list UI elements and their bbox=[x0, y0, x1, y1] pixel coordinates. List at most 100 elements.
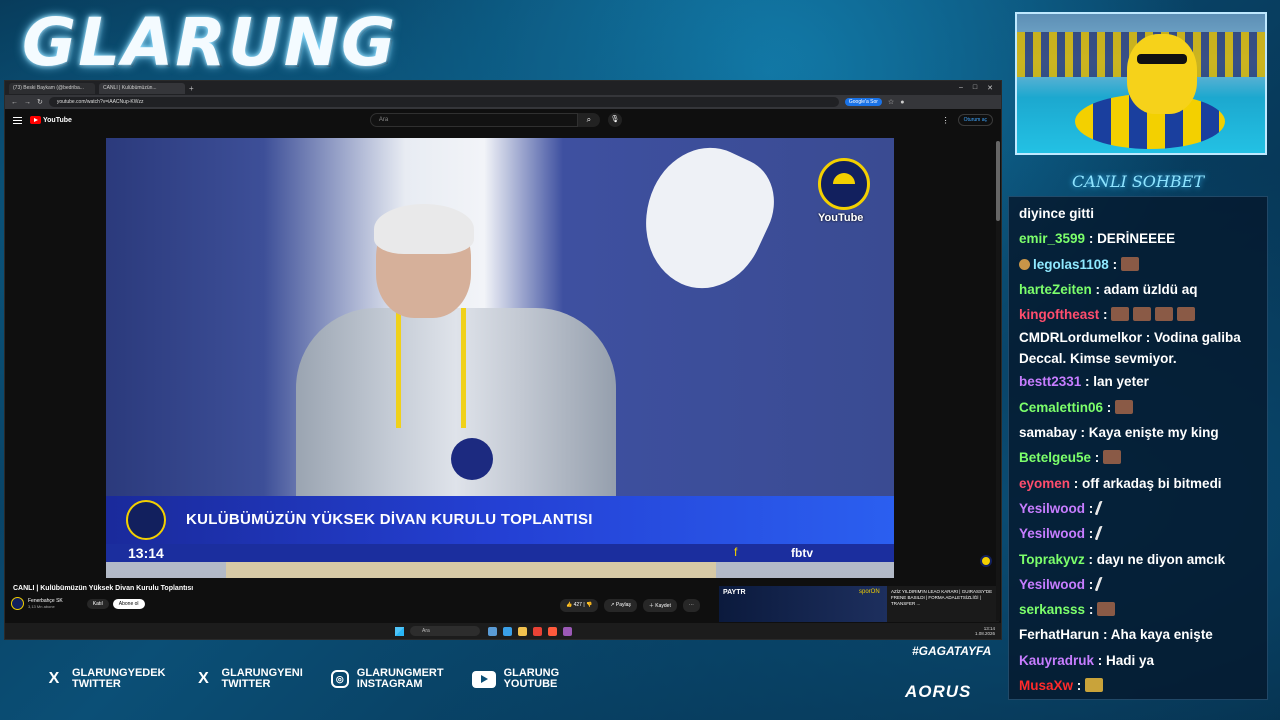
tab-youtube[interactable]: CANLI | Kulübümüzün... bbox=[99, 82, 185, 94]
chat-message: emir_3599 : DERİNEEEE bbox=[1019, 231, 1176, 247]
windows-taskbar: Ara 13:14 1.08.2026 bbox=[5, 623, 1001, 639]
chat-username[interactable]: Betelgeu5e bbox=[1019, 450, 1091, 465]
profile-icon[interactable]: ● bbox=[900, 99, 904, 106]
recommended-title: AZİZ YILDIRIM'IN LEAO KARARI | GUIRASSY'… bbox=[891, 589, 993, 606]
emote-icon bbox=[1155, 307, 1174, 322]
like-count: 427 bbox=[573, 602, 582, 608]
chat-username[interactable]: Cemalettin06 bbox=[1019, 400, 1103, 415]
duck-mascot bbox=[1127, 34, 1197, 114]
channel-avatar[interactable] bbox=[11, 597, 24, 610]
microphone-icon[interactable]: 🎙 bbox=[607, 113, 622, 127]
taskbar-search[interactable]: Ara bbox=[410, 626, 480, 636]
hamburger-menu-icon[interactable] bbox=[13, 116, 22, 124]
chat-username[interactable]: Yesilwood bbox=[1019, 526, 1085, 541]
social-platform: TWITTER bbox=[72, 678, 121, 690]
youtube-logo-text: YouTube bbox=[43, 116, 72, 124]
chat-username[interactable]: Toprakyvz bbox=[1019, 552, 1085, 567]
chat-message: Betelgeu5e : bbox=[1019, 445, 1259, 470]
podium bbox=[226, 562, 716, 578]
emote-icon bbox=[1115, 399, 1134, 414]
chat-username[interactable]: emir_3599 bbox=[1019, 231, 1085, 246]
social-link[interactable]: X GLARUNGYENI TWITTER bbox=[194, 668, 303, 690]
tab-bar: (73) Beski Baykam (@bedriba... CANLI | K… bbox=[5, 81, 1001, 95]
more-options-icon[interactable]: ⋮ bbox=[942, 116, 950, 125]
share-button[interactable]: ↗ Paylaş bbox=[604, 599, 637, 612]
chat-message: MusaXw : bbox=[1019, 673, 1259, 698]
video-title: CANLI | Kulübümüzün Yüksek Divan Kurulu … bbox=[13, 585, 194, 592]
chat-username[interactable]: kingoftheast bbox=[1019, 307, 1099, 322]
back-icon[interactable]: ← bbox=[11, 99, 18, 106]
youtube-logo[interactable]: YouTube bbox=[30, 116, 72, 124]
like-button[interactable]: 👍 427 | 👎 bbox=[560, 599, 599, 612]
subscribe-button[interactable]: Abone ol bbox=[112, 598, 145, 609]
taskbar-clock[interactable]: 13:14 1.08.2026 bbox=[975, 626, 995, 636]
app-icon[interactable] bbox=[563, 626, 572, 636]
chat-message: legolas1108 : bbox=[1019, 252, 1259, 277]
youtube-header: YouTube Ara ⌕ 🎙 ⋮ Oturum aç bbox=[5, 109, 1001, 131]
google-ask-button[interactable]: Google'a Sor bbox=[844, 98, 882, 106]
chat-message: CMDRLordumelkor : Vodina galiba Deccal. … bbox=[1019, 330, 1241, 367]
save-button[interactable]: ＋ Kaydet bbox=[642, 599, 677, 612]
emote-icon bbox=[1103, 450, 1122, 465]
search-input[interactable]: Ara bbox=[369, 113, 578, 127]
minimize-icon[interactable]: – bbox=[959, 84, 963, 92]
fenerbahce-crest-icon bbox=[818, 158, 870, 210]
share-label: Paylaş bbox=[615, 602, 631, 608]
chat-username[interactable]: MusaXw bbox=[1019, 678, 1073, 693]
chat-username[interactable]: samabay bbox=[1019, 425, 1077, 440]
emote-icon bbox=[1177, 307, 1196, 322]
signin-button[interactable]: Oturum aç bbox=[957, 114, 993, 126]
lower-third: KULÜBÜMÜZÜN YÜKSEK DİVAN KURULU TOPLANTI… bbox=[106, 496, 894, 544]
edge-icon[interactable] bbox=[503, 626, 512, 636]
scrollbar-thumb[interactable] bbox=[996, 141, 1000, 221]
social-link[interactable]: X GLARUNGYEDEK TWITTER bbox=[44, 668, 166, 690]
user-avatar-icon bbox=[1019, 258, 1030, 270]
url-input[interactable]: youtube.com/watch?v=iAACNup-KWzz bbox=[48, 97, 839, 107]
chat-message: samabay : Kaya enişte my king bbox=[1019, 425, 1219, 441]
chat-username[interactable]: CMDRLordumelkor bbox=[1019, 330, 1142, 345]
scrollbar[interactable] bbox=[996, 141, 1000, 621]
address-bar: ← → ↻ youtube.com/watch?v=iAACNup-KWzz G… bbox=[5, 95, 1001, 109]
chat-text: adam üzldü aq bbox=[1103, 281, 1198, 297]
new-tab-icon[interactable]: + bbox=[189, 84, 194, 93]
social-link[interactable]: ◎ GLARUNGMERT INSTAGRAM bbox=[330, 668, 444, 690]
subscriber-count: 3,13 Mn abone bbox=[28, 604, 55, 609]
chat-username[interactable]: legolas1108 bbox=[1033, 257, 1109, 272]
reload-icon[interactable]: ↻ bbox=[37, 98, 43, 106]
recommended-video-card[interactable]: PAYTR sporON AZİZ YILDIRIM'IN LEAO KARAR… bbox=[719, 586, 999, 622]
youtube-icon bbox=[471, 670, 496, 688]
chat-username[interactable]: bestt2331 bbox=[1019, 374, 1081, 389]
join-button[interactable]: Katıl bbox=[86, 598, 109, 609]
forward-icon[interactable]: → bbox=[24, 99, 31, 106]
microphone-ball bbox=[451, 438, 493, 480]
video-player[interactable]: YouTube KULÜBÜMÜZÜN YÜKSEK DİVAN KURULU … bbox=[106, 138, 894, 578]
maximize-icon[interactable]: □ bbox=[973, 84, 977, 92]
chat-username[interactable]: serkansss bbox=[1019, 602, 1085, 617]
brave-icon[interactable] bbox=[548, 626, 557, 636]
social-link[interactable]: GLARUNG YOUTUBE bbox=[471, 668, 560, 690]
search-icon[interactable]: ⌕ bbox=[577, 113, 600, 127]
close-icon[interactable]: ✕ bbox=[987, 84, 993, 92]
chat-text: dayı ne diyon amcık bbox=[1096, 551, 1226, 567]
chat-username[interactable]: FerhatHarun bbox=[1019, 627, 1099, 642]
aorus-logo: AORUS bbox=[905, 682, 972, 701]
tab-twitter[interactable]: (73) Beski Baykam (@bedriba... bbox=[9, 82, 95, 94]
star-icon[interactable]: ☆ bbox=[888, 98, 894, 106]
chat-username[interactable]: harteZeiten bbox=[1019, 282, 1092, 297]
social-platform: YOUTUBE bbox=[503, 678, 558, 690]
chat-username[interactable]: Kauyradruk bbox=[1019, 653, 1094, 668]
windows-start-icon[interactable] bbox=[395, 626, 404, 636]
chat-message: eyomen : off arkadaş bi bitmedi bbox=[1019, 475, 1222, 491]
task-view-icon[interactable] bbox=[488, 626, 497, 636]
social-label: GLARUNG YOUTUBE bbox=[504, 668, 560, 690]
chat-message: bestt2331 : lan yeter bbox=[1019, 374, 1149, 390]
feather-emote-icon bbox=[1094, 526, 1110, 541]
file-explorer-icon[interactable] bbox=[518, 626, 527, 636]
chat-message: Yesilwood : bbox=[1019, 496, 1259, 521]
chat-username[interactable]: eyomen bbox=[1019, 476, 1070, 491]
more-actions-icon[interactable]: ⋯ bbox=[682, 599, 700, 612]
chrome-icon[interactable] bbox=[533, 626, 542, 636]
chat-username[interactable]: Yesilwood bbox=[1019, 501, 1085, 516]
chat-text: diyince gitti bbox=[1019, 206, 1095, 221]
chat-username[interactable]: Yesilwood bbox=[1019, 577, 1085, 592]
